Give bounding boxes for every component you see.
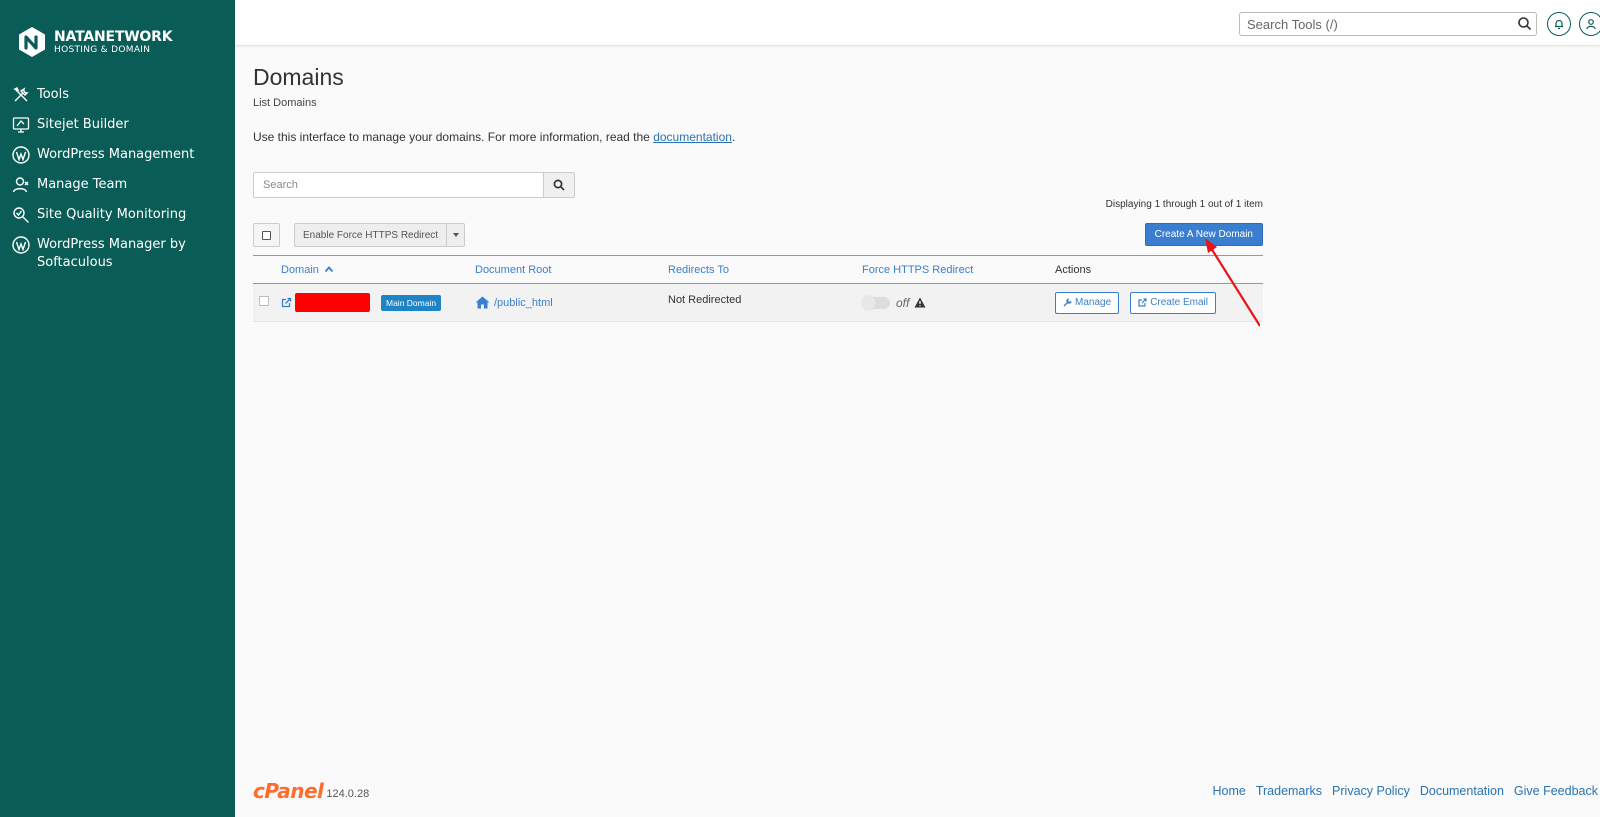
sidebar-item-label: Site Quality Monitoring (37, 207, 187, 222)
sidebar-item-sitejet[interactable]: Sitejet Builder (0, 112, 235, 142)
documentation-link[interactable]: documentation (653, 130, 732, 144)
brand-tagline: HOSTING & DOMAIN (54, 44, 151, 55)
cpanel-logo: cPanel (253, 779, 324, 803)
natanetwork-logo-icon (19, 27, 45, 57)
sidebar-item-label: WordPress Management (37, 147, 195, 162)
warning-icon (914, 297, 926, 308)
notifications-button[interactable] (1547, 12, 1571, 36)
footer-link-documentation[interactable]: Documentation (1420, 784, 1504, 798)
footer-links: Home Trademarks Privacy Policy Documenta… (1202, 784, 1598, 798)
sidebar-item-label: Sitejet Builder (37, 117, 129, 132)
footer-link-trademarks[interactable]: Trademarks (1256, 784, 1322, 798)
sidebar-item-softaculous[interactable]: WordPress Manager by Softaculous (0, 232, 235, 280)
footer-link-home[interactable]: Home (1212, 784, 1245, 798)
select-all-checkbox[interactable] (253, 223, 280, 247)
page-subtitle: List Domains (253, 97, 317, 109)
sidebar-item-tools[interactable]: Tools (0, 82, 235, 112)
sidebar-item-label: WordPress Manager by Softaculous (37, 237, 186, 270)
brand-logo[interactable]: NATANETWORK HOSTING & DOMAIN (16, 26, 173, 58)
force-https-toggle[interactable] (862, 295, 890, 310)
bell-icon (1555, 19, 1563, 30)
sort-asc-icon (324, 265, 334, 272)
external-link-icon (1138, 298, 1147, 307)
search-icon[interactable] (1517, 16, 1532, 31)
sidebar-nav: Tools Sitejet Builder WordPress Manageme… (0, 82, 235, 280)
sitejet-icon (12, 117, 30, 133)
sidebar: NATANETWORK HOSTING & DOMAIN Tools Sitej… (0, 0, 235, 817)
sidebar-item-manage-team[interactable]: Manage Team (0, 172, 235, 202)
enable-force-https-button[interactable]: Enable Force HTTPS Redirect (294, 223, 448, 247)
column-redirects-to[interactable]: Redirects To (668, 256, 862, 284)
footer-link-feedback[interactable]: Give Feedback (1514, 784, 1598, 798)
wordpress-icon (12, 236, 30, 254)
intro-text: Use this interface to manage your domain… (253, 130, 736, 144)
document-root-link[interactable]: /public_html (475, 296, 668, 309)
top-bar (235, 0, 1600, 46)
monitoring-icon (13, 207, 29, 223)
main-domain-badge: Main Domain (381, 294, 442, 311)
wordpress-icon (12, 146, 30, 164)
caret-down-icon (452, 233, 459, 237)
external-link-icon[interactable] (281, 297, 292, 308)
row-checkbox[interactable] (259, 296, 269, 306)
search-tools-input[interactable] (1239, 12, 1537, 36)
annotation-arrow (1205, 238, 1260, 327)
cpanel-footer-logo: cPanel 124.0.28 (253, 780, 369, 802)
column-force-https[interactable]: Force HTTPS Redirect (862, 256, 1055, 284)
domain-search-input[interactable] (253, 172, 544, 198)
bulk-action-dropdown[interactable] (447, 223, 466, 247)
domain-search-button[interactable] (544, 172, 575, 198)
column-domain[interactable]: Domain (281, 256, 475, 284)
manage-button[interactable]: Manage (1055, 291, 1120, 314)
display-count: Displaying 1 through 1 out of 1 item (1105, 199, 1263, 210)
user-icon (1586, 19, 1596, 30)
bulk-actions: Enable Force HTTPS Redirect (253, 223, 466, 247)
table-row: Main Domain /public_html Not Redirected … (253, 283, 1263, 322)
brand-name: NATANETWORK (54, 28, 173, 45)
search-icon (553, 179, 565, 191)
sidebar-item-wordpress-management[interactable]: WordPress Management (0, 142, 235, 172)
sidebar-item-label: Tools (37, 87, 70, 102)
table-header-row: Domain Document Root Redirects To Force … (253, 255, 1263, 284)
tools-icon (13, 87, 29, 102)
sidebar-item-label: Manage Team (37, 177, 128, 192)
domains-table: Domain Document Root Redirects To Force … (253, 255, 1263, 322)
footer-link-privacy[interactable]: Privacy Policy (1332, 784, 1410, 798)
wrench-icon (1063, 298, 1072, 307)
redirect-status: Not Redirected (668, 293, 742, 306)
sidebar-item-site-quality[interactable]: Site Quality Monitoring (0, 202, 235, 232)
column-document-root[interactable]: Document Root (475, 256, 668, 284)
domain-search-group (253, 172, 575, 198)
cpanel-version: 124.0.28 (326, 788, 370, 800)
redacted-domain-name[interactable] (295, 293, 370, 312)
https-status-label: off (896, 295, 910, 310)
team-icon (12, 177, 29, 193)
page-title: Domains (253, 64, 344, 90)
home-icon (475, 296, 490, 309)
user-menu-button[interactable] (1579, 12, 1600, 36)
